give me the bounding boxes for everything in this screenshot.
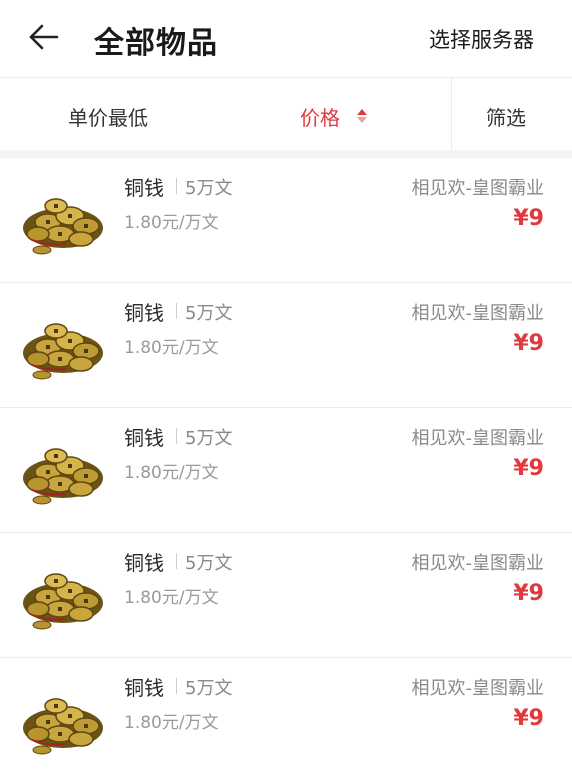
name-separator xyxy=(176,178,177,194)
item-name: 铜钱 xyxy=(124,301,164,325)
name-separator xyxy=(176,553,177,569)
sort-arrows-icon[interactable] xyxy=(356,108,368,124)
filter-button[interactable]: 筛选 xyxy=(486,102,526,131)
item-server: 相见欢-皇图霸业 xyxy=(411,428,545,449)
top-bar: 全部物品 选择服务器 xyxy=(0,0,572,78)
item-server: 相见欢-皇图霸业 xyxy=(411,178,545,199)
back-arrow-icon[interactable] xyxy=(26,22,60,52)
list-item-link[interactable]: 铜钱 5万文 1.80元/万文 相见欢-皇图霸业 ¥9 xyxy=(0,658,572,781)
sort-lowest-unit-price[interactable]: 单价最低 xyxy=(68,102,148,131)
item-price: ¥9 xyxy=(513,706,544,731)
list-item: 铜钱 5万文 1.80元/万文 相见欢-皇图霸业 ¥9 xyxy=(0,658,572,781)
select-server-button[interactable]: 选择服务器 xyxy=(429,24,534,54)
name-separator xyxy=(176,303,177,319)
list-item-link[interactable]: 铜钱 5万文 1.80元/万文 相见欢-皇图霸业 ¥9 xyxy=(0,283,572,408)
item-price: ¥9 xyxy=(513,456,544,481)
list-item: 铜钱 5万文 1.80元/万文 相见欢-皇图霸业 ¥9 xyxy=(0,158,572,283)
list-item: 铜钱 5万文 1.80元/万文 相见欢-皇图霸业 ¥9 xyxy=(0,533,572,658)
copper-coins-icon xyxy=(18,309,108,381)
item-unit-price: 1.80元/万文 xyxy=(124,713,219,733)
item-name: 铜钱 xyxy=(124,426,164,450)
item-quantity: 5万文 xyxy=(185,678,233,699)
section-gap xyxy=(0,150,572,158)
item-quantity: 5万文 xyxy=(185,303,233,324)
filter-divider xyxy=(451,78,452,150)
item-quantity: 5万文 xyxy=(185,553,233,574)
item-name: 铜钱 xyxy=(124,676,164,700)
item-quantity: 5万文 xyxy=(185,178,233,199)
item-price: ¥9 xyxy=(513,331,544,356)
item-unit-price: 1.80元/万文 xyxy=(124,338,219,358)
item-price: ¥9 xyxy=(513,206,544,231)
sort-filter-bar: 单价最低 价格 筛选 xyxy=(0,78,572,150)
copper-coins-icon xyxy=(18,559,108,631)
list-item-link[interactable]: 铜钱 5万文 1.80元/万文 相见欢-皇图霸业 ¥9 xyxy=(0,158,572,283)
name-separator xyxy=(176,678,177,694)
name-separator xyxy=(176,428,177,444)
copper-coins-icon xyxy=(18,434,108,506)
item-server: 相见欢-皇图霸业 xyxy=(411,678,545,699)
item-list: 铜钱 5万文 1.80元/万文 相见欢-皇图霸业 ¥9 铜钱 5万文 1.80元… xyxy=(0,158,572,781)
list-item-link[interactable]: 铜钱 5万文 1.80元/万文 相见欢-皇图霸业 ¥9 xyxy=(0,533,572,658)
item-name: 铜钱 xyxy=(124,551,164,575)
sort-by-price[interactable]: 价格 xyxy=(300,102,340,131)
item-unit-price: 1.80元/万文 xyxy=(124,588,219,608)
page-title: 全部物品 xyxy=(94,26,218,61)
copper-coins-icon xyxy=(18,184,108,256)
list-item: 铜钱 5万文 1.80元/万文 相见欢-皇图霸业 ¥9 xyxy=(0,408,572,533)
list-item-link[interactable]: 铜钱 5万文 1.80元/万文 相见欢-皇图霸业 ¥9 xyxy=(0,408,572,533)
item-server: 相见欢-皇图霸业 xyxy=(411,303,545,324)
item-name: 铜钱 xyxy=(124,176,164,200)
item-unit-price: 1.80元/万文 xyxy=(124,463,219,483)
item-unit-price: 1.80元/万文 xyxy=(124,213,219,233)
item-quantity: 5万文 xyxy=(185,428,233,449)
copper-coins-icon xyxy=(18,684,108,756)
list-item: 铜钱 5万文 1.80元/万文 相见欢-皇图霸业 ¥9 xyxy=(0,283,572,408)
item-price: ¥9 xyxy=(513,581,544,606)
item-server: 相见欢-皇图霸业 xyxy=(411,553,545,574)
